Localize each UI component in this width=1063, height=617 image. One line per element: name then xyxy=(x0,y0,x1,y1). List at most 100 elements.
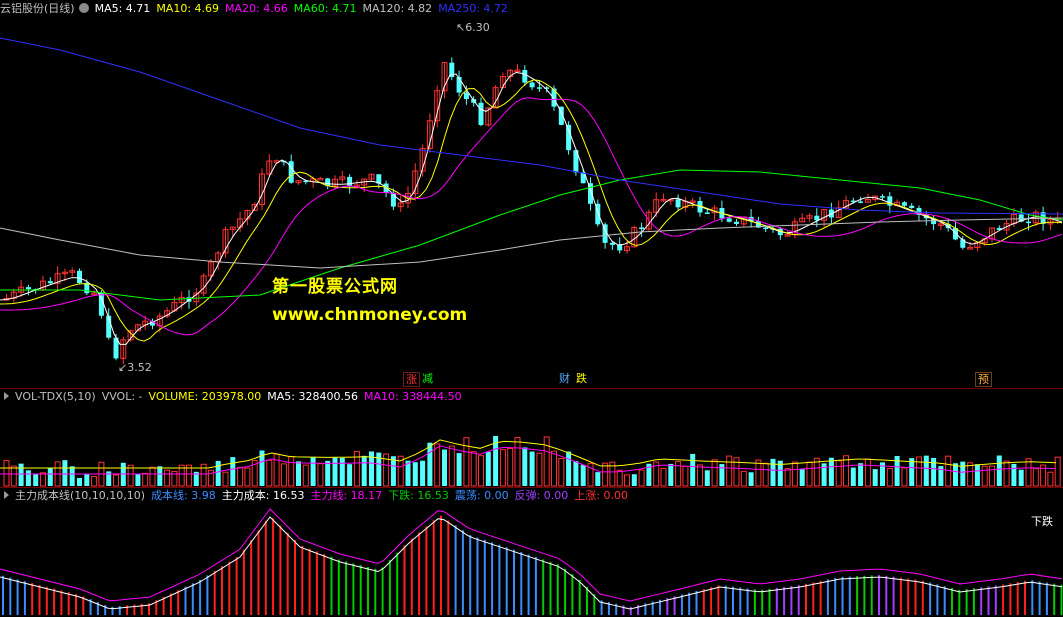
event-tag-forecast[interactable]: 预 xyxy=(975,372,992,387)
cost-header: 主力成本线(10,10,10,10) 成本线: 3.98 主力成本: 16.53 主力… xyxy=(0,489,634,503)
volume-bar-up xyxy=(791,461,798,487)
low-price-marker: ↙3.52 xyxy=(118,361,152,374)
volume-bar-up xyxy=(244,467,251,487)
cost-histogram-chart[interactable] xyxy=(0,488,1063,617)
volume-bar-up xyxy=(967,462,974,487)
candlestick-chart[interactable] xyxy=(0,0,1063,388)
volume-bar-down xyxy=(347,464,353,486)
volume-bar-down xyxy=(529,451,535,486)
volume-bar-down xyxy=(923,455,929,486)
volume-bar-up xyxy=(682,465,689,487)
volume-bar-down xyxy=(62,460,68,486)
volume-bar-up xyxy=(288,456,295,487)
volume-bar-down xyxy=(953,463,958,486)
volume-bar-up xyxy=(3,460,10,487)
volume-bar-up xyxy=(237,466,244,487)
volume-bar-up xyxy=(499,449,506,487)
stock-label[interactable]: 云铝股份(日线) xyxy=(0,2,75,15)
volume-bar-down xyxy=(420,460,426,486)
main-line-label: 主力线: 18.17 xyxy=(310,489,383,502)
candle-body-down xyxy=(566,124,572,151)
ma20-label: MA20: 4.66 xyxy=(225,2,288,15)
volume-bar-down xyxy=(442,449,447,486)
event-tag-rise[interactable]: 涨 xyxy=(403,372,420,387)
volume-bar-up xyxy=(543,436,550,487)
expand-icon[interactable] xyxy=(4,392,9,400)
volume-bar-up xyxy=(1047,471,1054,487)
settings-icon[interactable] xyxy=(78,3,89,13)
volume-bar-down xyxy=(18,463,24,486)
watermark-url: www.chnmoney.com xyxy=(272,305,468,325)
watermark-title: 第一股票公式网 xyxy=(272,277,398,297)
volume-bar-down xyxy=(25,470,31,486)
volume-indicator-name[interactable]: VOL-TDX(5,10) xyxy=(15,390,96,403)
volume-bar-up xyxy=(164,469,171,487)
volume-bar-down xyxy=(566,451,572,486)
cost-indicator-name[interactable]: 主力成本线(10,10,10,10) xyxy=(15,489,145,502)
expand-icon-2[interactable] xyxy=(4,491,9,499)
candle-body-down xyxy=(617,244,623,251)
volume-bar-up xyxy=(916,456,922,487)
volume-bar-up xyxy=(981,465,988,487)
price-chart-pane[interactable]: 云铝股份(日线) MA5: 4.71 MA10: 4.69 MA20: 4.66 MA6… xyxy=(0,0,1063,388)
volume-bar-down xyxy=(996,455,1002,486)
volume-bar-up xyxy=(1025,458,1032,487)
volume-ma10-label: MA10: 338444.50 xyxy=(363,390,462,403)
volume-bar-up xyxy=(273,453,280,487)
volume-bar-up xyxy=(624,474,630,487)
volume-bar-up xyxy=(697,464,703,487)
volume-bar-up xyxy=(740,470,747,487)
volume-pane[interactable]: VOL-TDX(5,10) VVOL: - VOLUME: 203978.00 MA5… xyxy=(0,388,1063,488)
ma250-label: MA250: 4.72 xyxy=(438,2,508,15)
volume-bar-up xyxy=(514,437,521,487)
volume-bar-down xyxy=(974,464,980,486)
candle-body-down xyxy=(529,82,535,88)
fall-label: 下跌: 16.53 xyxy=(388,489,449,502)
volume-bar-up xyxy=(864,458,871,487)
volume-bar-down xyxy=(157,466,163,486)
volume-bar-up xyxy=(1032,468,1039,487)
candle-body-down xyxy=(522,70,528,83)
volume-bar-down xyxy=(135,473,141,486)
event-tag-reduce[interactable]: 减 xyxy=(420,372,435,385)
ma10-label: MA10: 4.69 xyxy=(156,2,220,15)
candle-body-up xyxy=(317,177,324,181)
candle-body-down xyxy=(84,283,90,294)
volume-bar-up xyxy=(91,476,98,487)
event-tag-finance[interactable]: 财 xyxy=(557,372,572,385)
cost-line-label: 成本线: 3.98 xyxy=(151,489,216,502)
volume-bar-up xyxy=(835,460,842,487)
volume-bar-down xyxy=(704,470,710,486)
oscillation-label: 震荡: 0.00 xyxy=(454,489,509,502)
volume-bar-down xyxy=(522,447,528,486)
volume-bar-down xyxy=(931,457,937,486)
candle-body-down xyxy=(478,102,484,125)
volume-bar-down xyxy=(339,457,345,486)
volume-bar-up xyxy=(784,468,791,487)
candle-body-down xyxy=(347,176,353,187)
volume-bar-up xyxy=(149,466,156,487)
candle-body-down xyxy=(536,87,542,89)
candle-body-down xyxy=(880,196,885,198)
ma120-label: MA120: 4.82 xyxy=(362,2,433,15)
volume-bar-up xyxy=(302,464,309,487)
rebound-label: 反弹: 0.00 xyxy=(514,489,569,502)
volume-bar-down xyxy=(485,451,491,486)
cost-indicator-pane[interactable]: 主力成本线(10,10,10,10) 成本线: 3.98 主力成本: 16.53 主力… xyxy=(0,487,1063,617)
volume-bar-up xyxy=(1054,456,1061,487)
volume-bar-down xyxy=(580,464,586,486)
candle-body-down xyxy=(763,227,769,230)
volume-bar-down xyxy=(690,453,696,486)
ma5-label: MA5: 4.71 xyxy=(94,2,151,15)
ma60-label: MA60: 4.71 xyxy=(293,2,357,15)
volume-bar-up xyxy=(536,452,543,487)
volume-bar-down xyxy=(456,453,462,486)
volume-ma5-label: MA5: 328400.56 xyxy=(267,390,358,403)
event-tag-fall[interactable]: 跌 xyxy=(574,372,589,385)
volume-label: VOLUME: 203978.00 xyxy=(148,390,262,403)
volume-bar-up xyxy=(507,447,514,487)
volume-bar-up xyxy=(142,472,149,487)
volume-bar-up xyxy=(222,471,229,487)
price-header: 云铝股份(日线) MA5: 4.71 MA10: 4.69 MA20: 4.66 MA6… xyxy=(0,2,514,16)
volume-bar-up xyxy=(280,463,287,487)
